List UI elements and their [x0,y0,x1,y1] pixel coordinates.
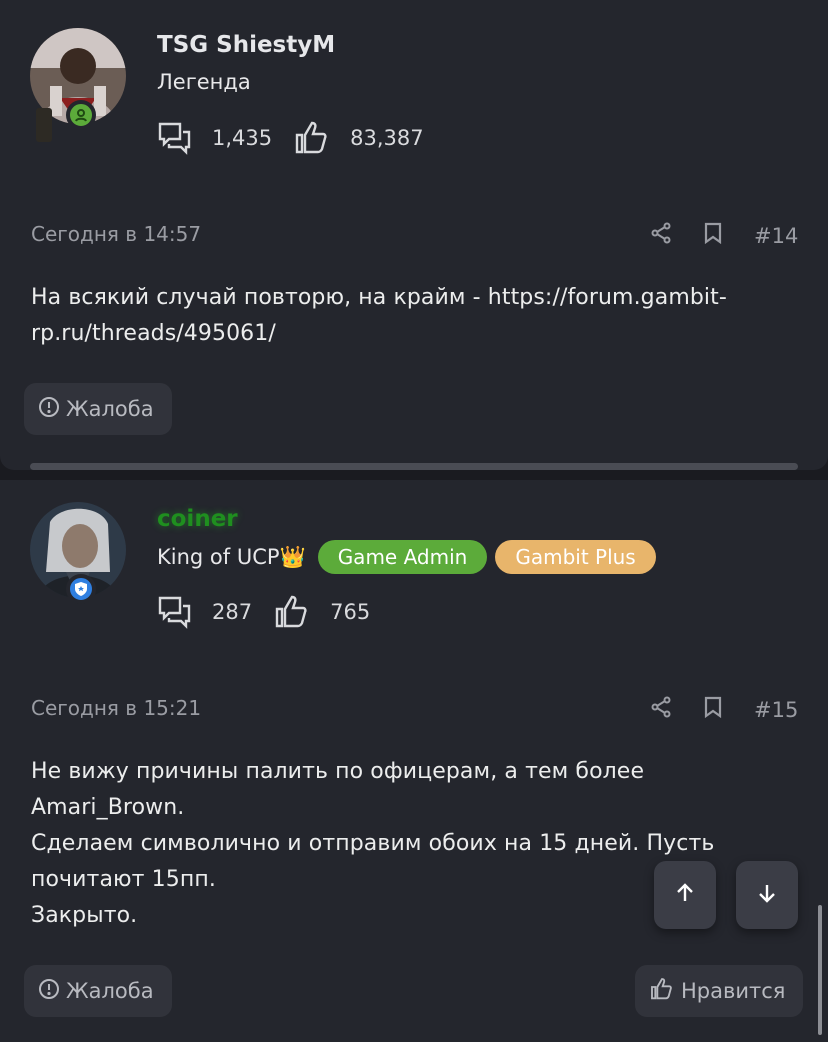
speech-bubbles-icon [157,594,193,630]
messages-count: 1,435 [212,126,273,150]
post-15: coiner King of UCP👑 Game Admin Gambit Pl… [0,480,828,1042]
share-icon[interactable] [650,696,672,723]
exclamation-circle-icon [38,396,60,423]
thumbs-up-icon [294,120,330,156]
badge-game-admin[interactable]: Game Admin [317,540,488,574]
text-line[interactable]: rp.ru/threads/495061/ [31,316,801,352]
text-line: Сделаем символично и отправим обоих на 1… [31,831,715,856]
online-status-icon [66,100,96,130]
scrollbar[interactable] [818,905,822,1035]
post-actions: #15 [650,696,798,723]
user-stats: 287 765 [157,594,370,630]
messages-count: 287 [212,600,253,624]
report-label: Жалоба [66,397,154,421]
user-title: Легенда [157,70,251,94]
arrow-up-icon [674,882,696,908]
staff-shield-icon [66,574,96,604]
post-separator [30,463,798,470]
avatar-decoration [36,108,52,142]
post-body: На всякий случай повторю, на крайм - htt… [31,280,801,352]
report-label: Жалоба [66,979,154,1003]
bookmark-icon[interactable] [704,696,722,723]
like-label: Нравится [681,979,786,1003]
report-button[interactable]: Жалоба [24,965,172,1017]
author-name[interactable]: TSG ShiestyM [157,32,335,58]
post-date[interactable]: Сегодня в 15:21 [31,696,201,720]
exclamation-circle-icon [38,978,60,1005]
reactions-count: 765 [330,600,371,624]
text-line: Не вижу причины палить по офицерам, а те… [31,759,645,784]
reactions-count: 83,387 [350,126,424,150]
post-number[interactable]: #14 [754,224,798,248]
text-line[interactable]: На всякий случай повторю, на крайм - htt… [31,280,801,316]
like-button[interactable]: Нравится [635,965,803,1017]
user-title: King of UCP👑 [157,544,306,569]
arrow-down-icon [756,882,778,908]
bookmark-icon[interactable] [704,222,722,249]
post-actions: #14 [650,222,798,249]
user-title-row: King of UCP👑 Game Admin Gambit Plus [157,540,656,574]
share-icon[interactable] [650,222,672,249]
post-date[interactable]: Сегодня в 14:57 [31,222,201,246]
scroll-up-button[interactable] [654,861,716,929]
post-14: TSG ShiestyM Легенда 1,435 83,387 Сегодн… [0,0,828,470]
post-number[interactable]: #15 [754,698,798,722]
badge-gambit-plus[interactable]: Gambit Plus [495,540,656,574]
scroll-down-button[interactable] [736,861,798,929]
report-button[interactable]: Жалоба [24,383,172,435]
thumbs-up-icon [274,594,310,630]
thumbs-up-icon [649,977,675,1006]
text-line: Amari_Brown. [31,795,185,820]
author-name[interactable]: coiner [157,506,238,532]
user-stats: 1,435 83,387 [157,120,424,156]
speech-bubbles-icon [157,120,193,156]
